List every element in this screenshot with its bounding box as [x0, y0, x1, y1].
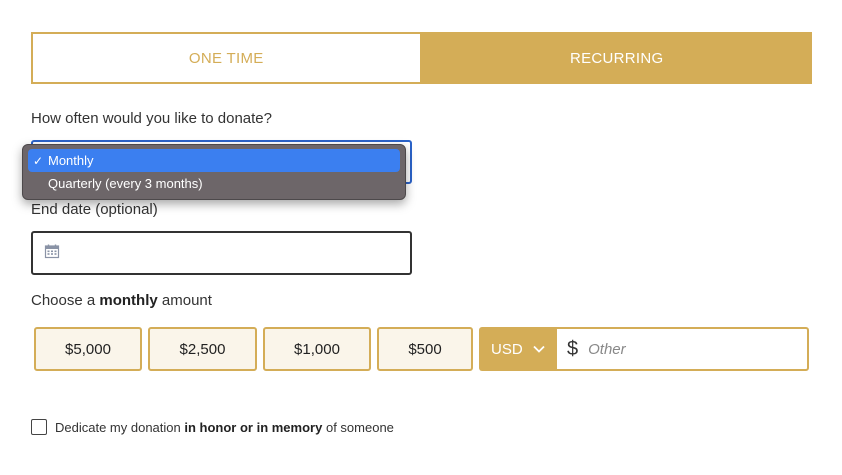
- amount-5000-button[interactable]: $5,000: [34, 327, 142, 371]
- calendar-icon[interactable]: [44, 243, 60, 264]
- dedication-text-1: Dedicate my donation: [55, 419, 181, 435]
- other-amount-field[interactable]: $: [556, 327, 809, 371]
- frequency-dropdown-menu: ✓ Monthly Quarterly (every 3 months): [22, 144, 406, 200]
- option-monthly[interactable]: ✓ Monthly: [28, 149, 400, 172]
- dollar-icon: $: [567, 337, 579, 360]
- other-amount-input[interactable]: [588, 340, 789, 358]
- end-date-field[interactable]: [31, 231, 412, 275]
- tab-recurring[interactable]: RECURRING: [421, 32, 812, 84]
- amount-label: Choose a monthly amount: [31, 292, 212, 309]
- amount-label-suffix: amount: [161, 292, 212, 309]
- currency-select[interactable]: USD: [479, 327, 557, 371]
- amount-1000-button[interactable]: $1,000: [263, 327, 371, 371]
- tab-one-time[interactable]: ONE TIME: [31, 32, 422, 84]
- dedication-checkbox[interactable]: [31, 419, 47, 435]
- amount-2500-button[interactable]: $2,500: [148, 327, 257, 371]
- dedication-row: Dedicate my donation in honor or in memo…: [31, 419, 394, 435]
- option-monthly-label: Monthly: [48, 153, 94, 168]
- option-quarterly[interactable]: Quarterly (every 3 months): [28, 172, 400, 195]
- chevron-down-icon: [533, 345, 545, 353]
- dedication-text-bold: in honor or in memory: [184, 419, 323, 435]
- frequency-tabs: ONE TIME RECURRING: [31, 32, 812, 84]
- amount-500-button[interactable]: $500: [377, 327, 473, 371]
- currency-value: USD: [491, 340, 523, 358]
- amount-label-prefix: Choose a: [31, 292, 96, 309]
- option-quarterly-label: Quarterly (every 3 months): [48, 176, 203, 191]
- checkmark-icon: ✓: [33, 153, 44, 168]
- dedication-text-2: of someone: [325, 419, 394, 435]
- amount-label-bold: monthly: [99, 292, 158, 309]
- frequency-question: How often would you like to donate?: [31, 110, 272, 127]
- end-date-label: End date (optional): [31, 201, 158, 218]
